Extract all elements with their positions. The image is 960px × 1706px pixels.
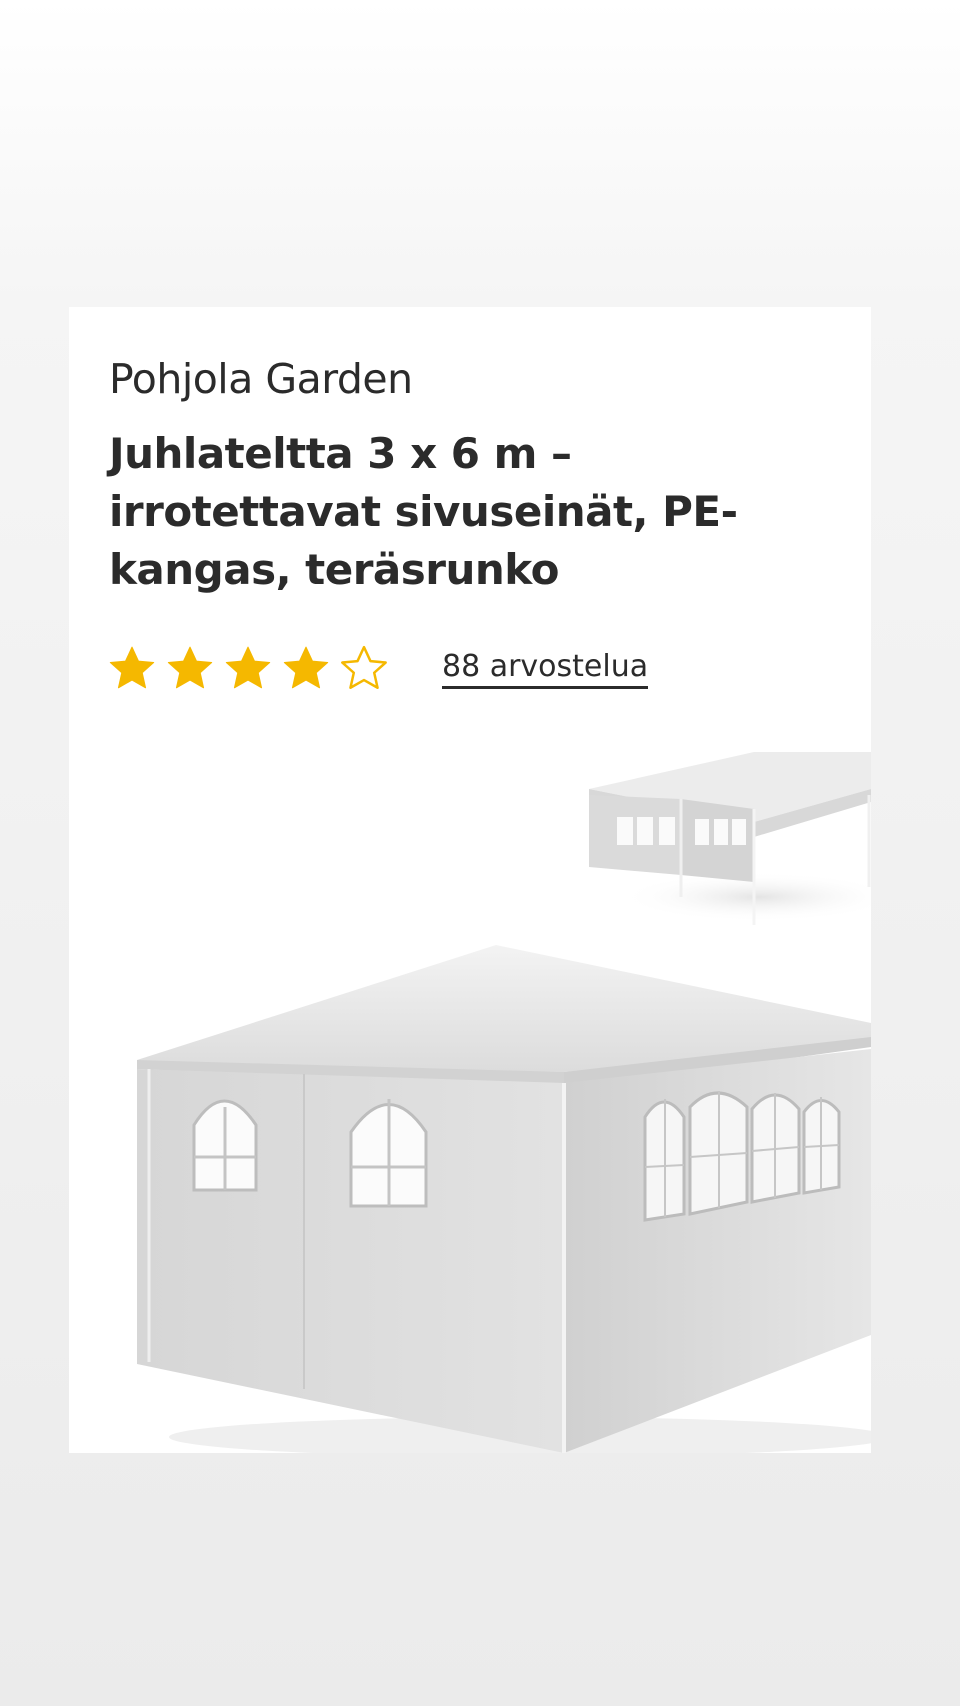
brand-name[interactable]: Pohjola Garden: [109, 355, 413, 403]
reviews-link[interactable]: 88 arvostelua: [442, 649, 649, 689]
star-filled-icon: [167, 646, 213, 689]
star-filled-icon: [225, 646, 271, 689]
product-title: Juhlateltta 3 x 6 m – irrotettavat sivus…: [109, 429, 738, 594]
star-filled-icon: [283, 646, 329, 689]
product-card: Pohjola Garden Juhlateltta 3 x 6 m – irr…: [69, 307, 871, 1453]
small-tent-view: [589, 752, 871, 925]
star-rating: [107, 644, 397, 694]
star-empty-icon: [341, 645, 387, 689]
party-tent-image: [137, 752, 871, 1453]
large-tent-view: [137, 945, 871, 1453]
rating-row: 88 arvostelua: [107, 644, 649, 694]
star-filled-icon: [109, 646, 155, 689]
